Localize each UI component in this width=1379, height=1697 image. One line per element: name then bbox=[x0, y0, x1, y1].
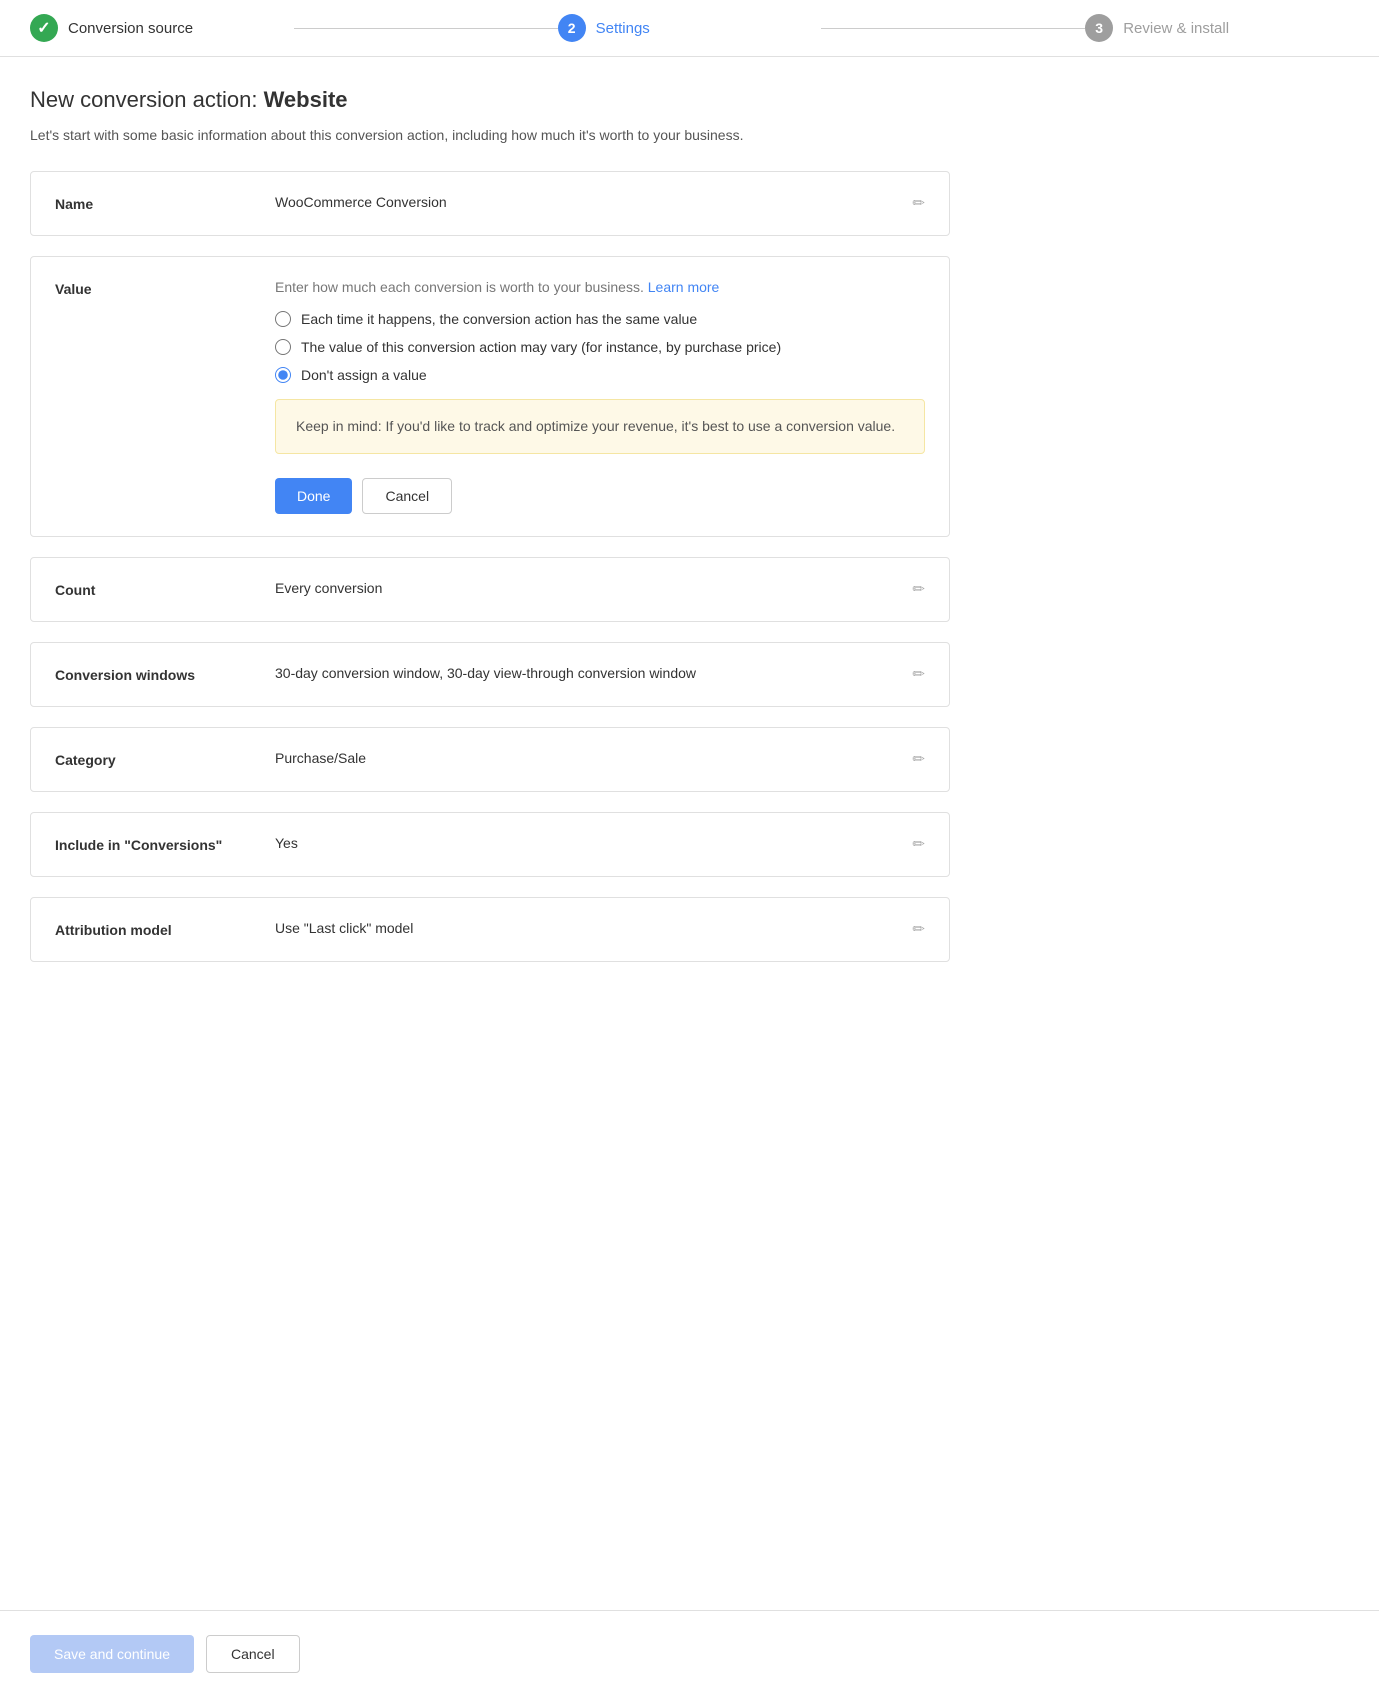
warning-box: Keep in mind: If you'd like to track and… bbox=[275, 399, 925, 454]
radio-none-value[interactable] bbox=[275, 367, 291, 383]
check-icon bbox=[37, 18, 50, 38]
step-number-2: 2 bbox=[568, 20, 576, 36]
step-connector-1 bbox=[294, 28, 558, 29]
conversion-windows-value: 30-day conversion window, 30-day view-th… bbox=[275, 665, 896, 681]
include-conversions-value: Yes bbox=[275, 835, 896, 851]
attribution-model-card: Attribution model Use "Last click" model bbox=[30, 897, 950, 962]
done-button[interactable]: Done bbox=[275, 478, 352, 514]
conversion-windows-card: Conversion windows 30-day conversion win… bbox=[30, 642, 950, 707]
step-circle-3: 3 bbox=[1085, 14, 1113, 42]
step-conversion-source: Conversion source bbox=[30, 14, 294, 42]
include-conversions-row: Include in "Conversions" Yes bbox=[31, 813, 949, 876]
include-conversions-label: Include in "Conversions" bbox=[55, 835, 275, 853]
attribution-model-edit-button[interactable] bbox=[912, 920, 925, 939]
stepper: Conversion source 2 Settings 3 Review & … bbox=[0, 0, 1379, 57]
step-label-3: Review & install bbox=[1123, 20, 1229, 37]
main-content: New conversion action: Website Let's sta… bbox=[0, 57, 980, 1042]
category-label: Category bbox=[55, 750, 275, 768]
value-row: Value Enter how much each conversion is … bbox=[31, 257, 949, 536]
page-title-prefix: New conversion action: bbox=[30, 87, 264, 112]
step-label-2: Settings bbox=[596, 20, 650, 37]
conversion-windows-row: Conversion windows 30-day conversion win… bbox=[31, 643, 949, 706]
radio-same-value[interactable] bbox=[275, 311, 291, 327]
pencil-icon-windows bbox=[912, 666, 925, 683]
conversion-windows-label: Conversion windows bbox=[55, 665, 275, 683]
include-conversions-edit-button[interactable] bbox=[912, 835, 925, 854]
value-description-text: Enter how much each conversion is worth … bbox=[275, 279, 644, 295]
radio-vary-value[interactable] bbox=[275, 339, 291, 355]
attribution-model-row: Attribution model Use "Last click" model bbox=[31, 898, 949, 961]
name-edit-button[interactable] bbox=[912, 194, 925, 213]
value-content: Enter how much each conversion is worth … bbox=[275, 279, 925, 514]
page-title-emphasis: Website bbox=[264, 87, 348, 112]
count-card: Count Every conversion bbox=[30, 557, 950, 622]
name-card: Name WooCommerce Conversion bbox=[30, 171, 950, 236]
conversion-windows-edit-button[interactable] bbox=[912, 665, 925, 684]
bottom-actions: Save and continue Cancel bbox=[0, 1610, 1379, 1697]
count-value: Every conversion bbox=[275, 580, 896, 596]
value-label: Value bbox=[55, 279, 275, 297]
value-btn-group: Done Cancel bbox=[275, 478, 925, 514]
count-row: Count Every conversion bbox=[31, 558, 949, 621]
pencil-icon-count bbox=[912, 581, 925, 598]
step-connector-2 bbox=[821, 28, 1085, 29]
name-label: Name bbox=[55, 194, 275, 212]
include-conversions-card: Include in "Conversions" Yes bbox=[30, 812, 950, 877]
name-row: Name WooCommerce Conversion bbox=[31, 172, 949, 235]
warning-text: Keep in mind: If you'd like to track and… bbox=[296, 418, 895, 434]
step-number-3: 3 bbox=[1095, 20, 1103, 36]
pencil-icon-include bbox=[912, 836, 925, 853]
pencil-icon-attribution bbox=[912, 921, 925, 938]
learn-more-link[interactable]: Learn more bbox=[648, 279, 720, 295]
count-edit-button[interactable] bbox=[912, 580, 925, 599]
category-row: Category Purchase/Sale bbox=[31, 728, 949, 791]
count-label: Count bbox=[55, 580, 275, 598]
pencil-icon-name bbox=[912, 195, 925, 212]
radio-none-label[interactable]: Don't assign a value bbox=[301, 367, 427, 383]
name-value: WooCommerce Conversion bbox=[275, 194, 896, 210]
radio-same-label[interactable]: Each time it happens, the conversion act… bbox=[301, 311, 697, 327]
value-card: Value Enter how much each conversion is … bbox=[30, 256, 950, 537]
step-label-1: Conversion source bbox=[68, 20, 193, 37]
radio-option-vary: The value of this conversion action may … bbox=[275, 339, 925, 355]
page-title: New conversion action: Website bbox=[30, 87, 950, 113]
step-settings: 2 Settings bbox=[558, 14, 822, 42]
save-continue-button[interactable]: Save and continue bbox=[30, 1635, 194, 1673]
cancel-bottom-button[interactable]: Cancel bbox=[206, 1635, 300, 1673]
radio-vary-label[interactable]: The value of this conversion action may … bbox=[301, 339, 781, 355]
step-circle-2: 2 bbox=[558, 14, 586, 42]
step-circle-1 bbox=[30, 14, 58, 42]
category-card: Category Purchase/Sale bbox=[30, 727, 950, 792]
category-edit-button[interactable] bbox=[912, 750, 925, 769]
category-value: Purchase/Sale bbox=[275, 750, 896, 766]
radio-option-none: Don't assign a value bbox=[275, 367, 925, 383]
value-description: Enter how much each conversion is worth … bbox=[275, 279, 925, 295]
attribution-model-value: Use "Last click" model bbox=[275, 920, 896, 936]
cancel-value-button[interactable]: Cancel bbox=[362, 478, 452, 514]
page-subtitle: Let's start with some basic information … bbox=[30, 127, 950, 143]
step-review-install: 3 Review & install bbox=[1085, 14, 1349, 42]
pencil-icon-category bbox=[912, 751, 925, 768]
attribution-model-label: Attribution model bbox=[55, 920, 275, 938]
radio-option-same: Each time it happens, the conversion act… bbox=[275, 311, 925, 327]
